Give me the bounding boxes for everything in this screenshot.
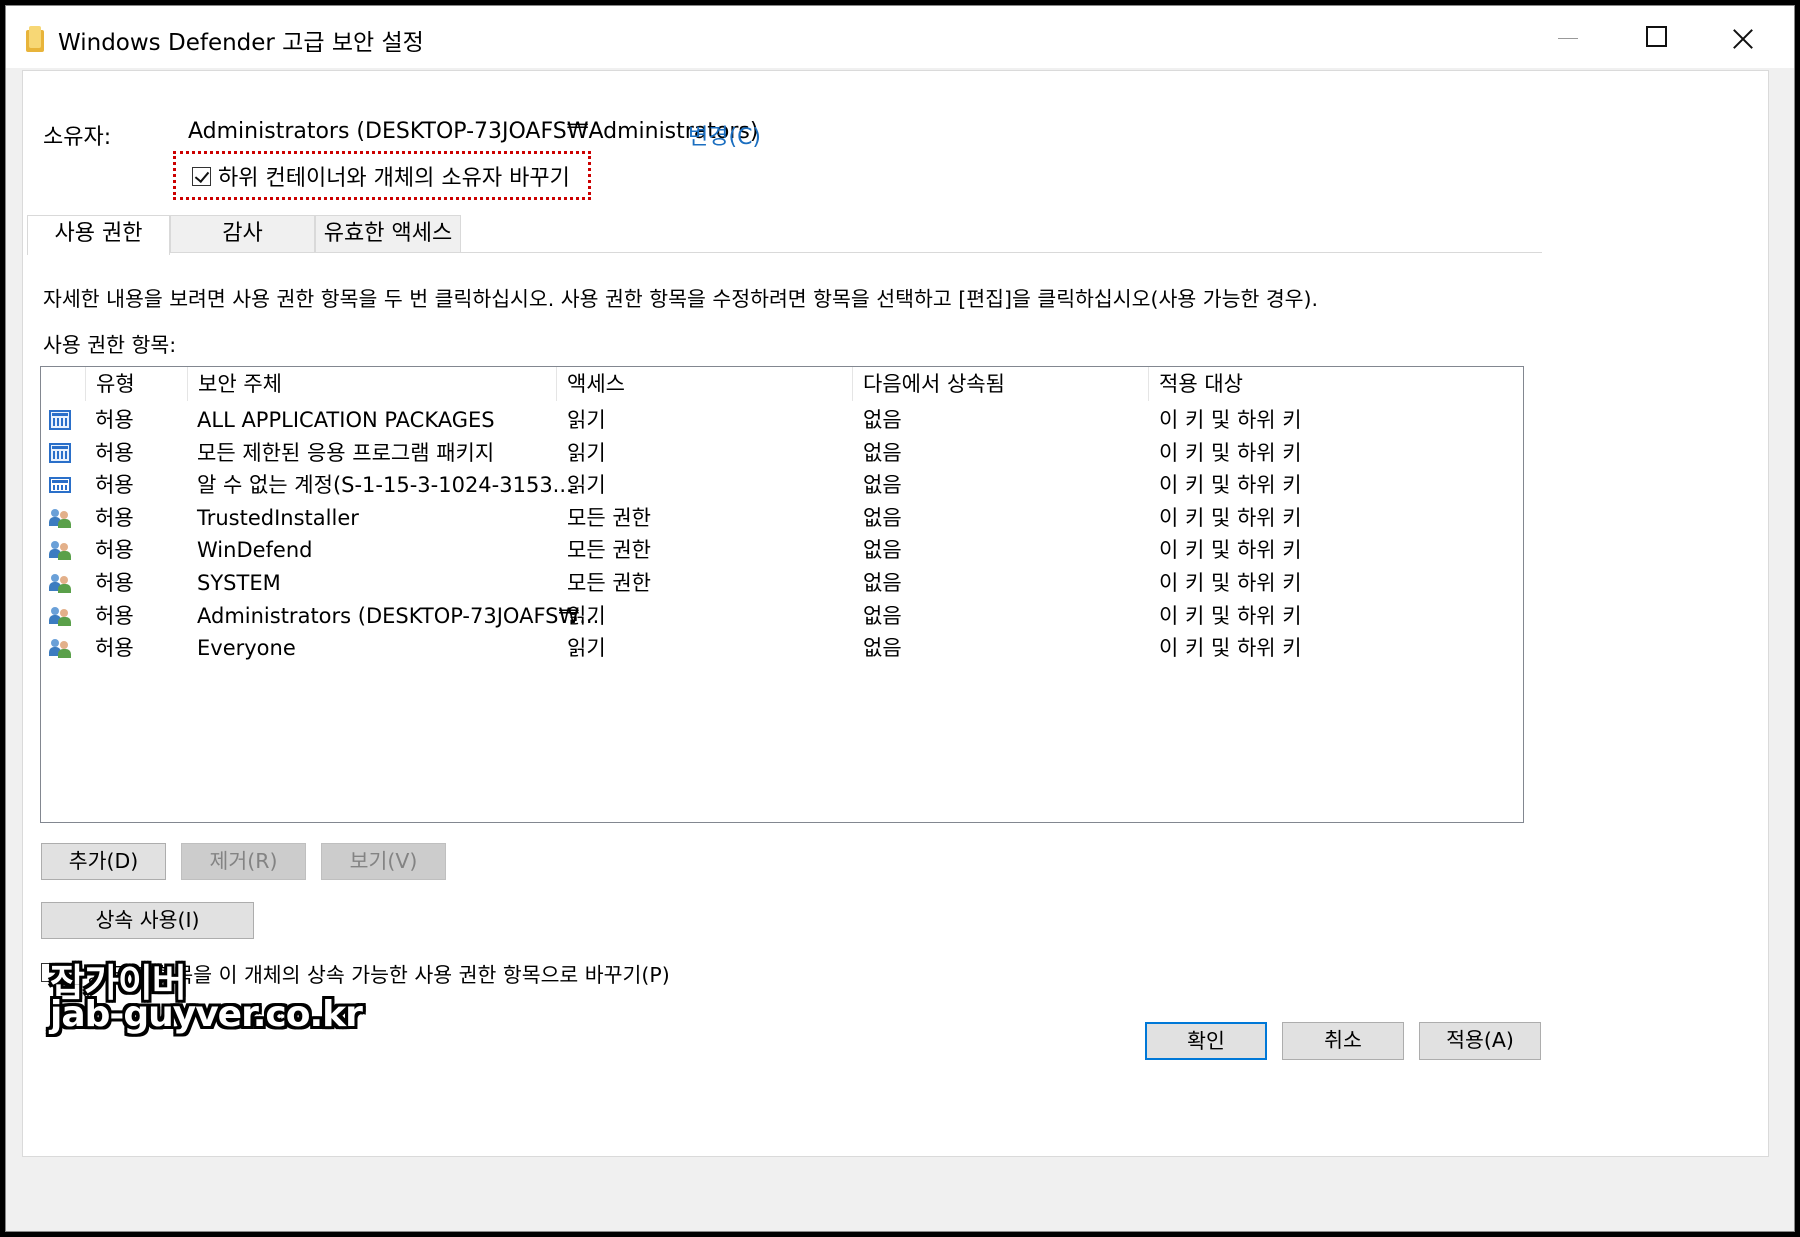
cell-principal: ALL APPLICATION PACKAGES xyxy=(197,408,495,432)
ok-button[interactable]: 확인 xyxy=(1145,1022,1267,1060)
cell-principal: SYSTEM xyxy=(197,571,281,595)
cell-applies-to: 이 키 및 하위 키 xyxy=(1159,408,1302,432)
enable-inheritance-button[interactable]: 상속 사용(I) xyxy=(41,902,254,939)
table-row[interactable]: 허용 TrustedInstaller 모든 권한 없음 이 키 및 하위 키 xyxy=(41,502,1523,535)
cell-applies-to: 이 키 및 하위 키 xyxy=(1159,603,1302,628)
app-package-icon xyxy=(49,410,71,430)
cell-principal: 알 수 없는 계정(S-1-15-3-1024-3153... xyxy=(197,473,573,498)
cell-type: 허용 xyxy=(95,408,134,432)
replace-owner-checkbox[interactable] xyxy=(192,167,211,186)
minimize-button[interactable] xyxy=(1526,6,1612,68)
cell-inherited-from: 없음 xyxy=(863,440,902,465)
cell-principal: TrustedInstaller xyxy=(197,505,359,530)
cell-access: 모든 권한 xyxy=(567,571,651,595)
owner-value: Administrators (DESKTOP-73JOAFS₩Administ… xyxy=(188,119,759,144)
cell-type: 허용 xyxy=(95,636,134,661)
cell-type: 허용 xyxy=(95,538,134,563)
window-title: Windows Defender 고급 보안 설정 xyxy=(58,30,424,56)
tab-divider xyxy=(27,252,1542,253)
permission-entries-list[interactable]: 유형 보안 주체 액세스 다음에서 상속됨 적용 대상 허용 ALL APPLIC… xyxy=(40,366,1524,823)
maximize-button[interactable] xyxy=(1612,6,1698,68)
table-row[interactable]: 허용 Administrators (DESKTOP-73JOAFS₩... 읽기 없… xyxy=(41,600,1523,633)
cell-inherited-from: 없음 xyxy=(863,408,902,432)
cell-access: 읽기 xyxy=(567,408,606,432)
replace-owner-label[interactable]: 하위 컨테이너와 개체의 소유자 바꾸기 xyxy=(218,160,570,192)
change-owner-link[interactable]: 변경(C) xyxy=(688,119,761,151)
cell-inherited-from: 없음 xyxy=(863,636,902,661)
tab-auditing[interactable]: 감사 xyxy=(170,215,315,253)
checkmark-icon xyxy=(194,167,210,184)
cell-type: 허용 xyxy=(95,505,134,530)
column-header-inherited-from[interactable]: 다음에서 상속됨 xyxy=(852,367,1148,401)
cell-access: 읽기 xyxy=(567,603,606,628)
icon-column-header[interactable] xyxy=(41,367,85,401)
column-header-applies-to[interactable]: 적용 대상 xyxy=(1148,367,1523,401)
cell-inherited-from: 없음 xyxy=(863,603,902,628)
table-row[interactable]: 허용 Everyone 읽기 없음 이 키 및 하위 키 xyxy=(41,632,1523,665)
users-icon xyxy=(49,508,71,528)
column-header-access[interactable]: 액세스 xyxy=(556,367,852,401)
users-icon xyxy=(49,638,71,659)
view-button[interactable]: 보기(V) xyxy=(321,843,446,880)
owner-label: 소유자: xyxy=(43,125,112,150)
tab-effective-access[interactable]: 유효한 액세스 xyxy=(315,215,461,253)
cell-type: 허용 xyxy=(95,473,134,498)
cell-principal: WinDefend xyxy=(197,538,313,563)
cell-access: 모든 권한 xyxy=(567,538,651,563)
table-row[interactable]: 허용 알 수 없는 계정(S-1-15-3-1024-3153... 읽기 없음 이 키… xyxy=(41,469,1523,502)
apply-button[interactable]: 적용(A) xyxy=(1419,1022,1541,1060)
cell-principal: Administrators (DESKTOP-73JOAFS₩... xyxy=(197,603,600,628)
cell-applies-to: 이 키 및 하위 키 xyxy=(1159,636,1302,661)
cell-applies-to: 이 키 및 하위 키 xyxy=(1159,538,1302,563)
watermark-url: jab-guyver.co.kr xyxy=(50,994,363,1035)
folder-icon xyxy=(26,26,44,52)
cell-inherited-from: 없음 xyxy=(863,571,902,595)
cell-applies-to: 이 키 및 하위 키 xyxy=(1159,440,1302,465)
tab-permissions[interactable]: 사용 권한 xyxy=(27,215,170,255)
table-row[interactable]: 허용 ALL APPLICATION PACKAGES 읽기 없음 이 키 및 하위 키 xyxy=(41,404,1523,437)
add-button[interactable]: 추가(D) xyxy=(41,843,166,880)
table-row[interactable]: 허용 SYSTEM 모든 권한 없음 이 키 및 하위 키 xyxy=(41,567,1523,600)
list-header: 유형 보안 주체 액세스 다음에서 상속됨 적용 대상 xyxy=(41,367,1523,401)
cell-applies-to: 이 키 및 하위 키 xyxy=(1159,473,1302,498)
table-row[interactable]: 허용 WinDefend 모든 권한 없음 이 키 및 하위 키 xyxy=(41,534,1523,567)
app-package-icon xyxy=(49,442,71,463)
cell-access: 모든 권한 xyxy=(567,505,651,530)
cell-access: 읽기 xyxy=(567,473,606,498)
unknown-account-icon xyxy=(49,475,71,495)
cancel-button[interactable]: 취소 xyxy=(1282,1022,1404,1060)
users-icon xyxy=(49,573,71,593)
column-header-principal[interactable]: 보안 주체 xyxy=(187,367,556,401)
title-bar[interactable]: Windows Defender 고급 보안 설정 xyxy=(6,6,1794,68)
cell-principal: Everyone xyxy=(197,636,296,661)
remove-button[interactable]: 제거(R) xyxy=(181,843,306,880)
instructions-text: 자세한 내용을 보려면 사용 권한 항목을 두 번 클릭하십시오. 사용 권한 … xyxy=(43,287,1319,311)
column-header-type[interactable]: 유형 xyxy=(85,367,187,401)
table-row[interactable]: 허용 모든 제한된 응용 프로그램 패키지 읽기 없음 이 키 및 하위 키 xyxy=(41,437,1523,470)
cell-applies-to: 이 키 및 하위 키 xyxy=(1159,571,1302,595)
cell-inherited-from: 없음 xyxy=(863,473,902,498)
cell-principal: 모든 제한된 응용 프로그램 패키지 xyxy=(197,440,495,465)
permission-entries-label: 사용 권한 항목: xyxy=(43,333,177,357)
cell-inherited-from: 없음 xyxy=(863,538,902,563)
users-icon xyxy=(49,606,71,626)
cell-type: 허용 xyxy=(95,571,134,595)
close-button[interactable] xyxy=(1700,6,1786,68)
cell-applies-to: 이 키 및 하위 키 xyxy=(1159,505,1302,530)
cell-inherited-from: 없음 xyxy=(863,505,902,530)
cell-access: 읽기 xyxy=(567,636,606,661)
cell-type: 허용 xyxy=(95,603,134,628)
users-icon xyxy=(49,540,71,561)
cell-type: 허용 xyxy=(95,440,134,465)
cell-access: 읽기 xyxy=(567,440,606,465)
